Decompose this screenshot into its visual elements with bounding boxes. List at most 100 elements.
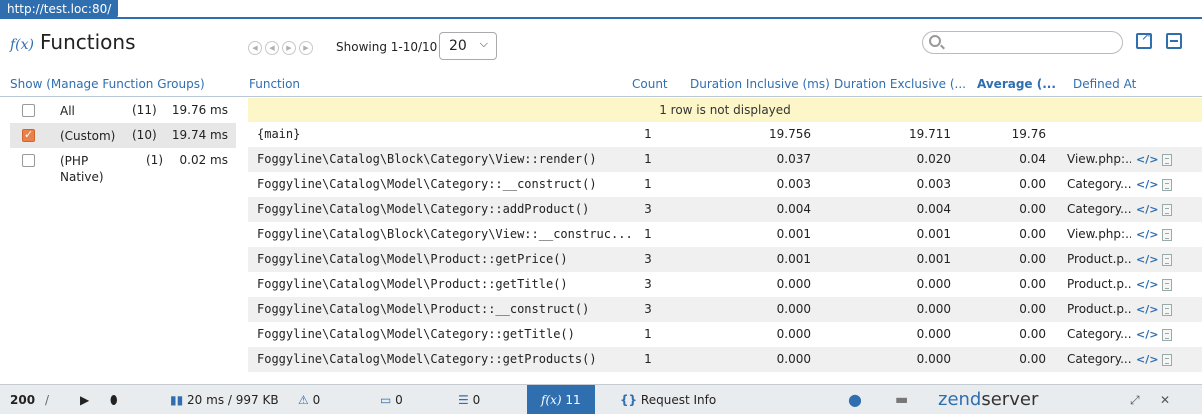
file-icon[interactable] (1162, 354, 1172, 366)
file-icon[interactable] (1162, 304, 1172, 316)
average-duration: 0.00 (1019, 202, 1046, 216)
code-icon[interactable]: </> (1136, 297, 1158, 322)
column-defined-at[interactable]: Defined At (1073, 77, 1136, 91)
column-duration-inclusive[interactable]: Duration Inclusive (ms) (690, 77, 830, 91)
code-icon[interactable]: </> (1136, 247, 1158, 272)
defined-at-link[interactable]: Product.p... (1067, 272, 1131, 297)
manage-function-groups-link[interactable]: Show (Manage Function Groups) (10, 77, 205, 91)
table-row[interactable]: Foggyline\Catalog\Block\Category\View::r… (248, 147, 1202, 172)
log-icon: ▭ (380, 393, 392, 407)
average-duration: 0.04 (1019, 152, 1046, 166)
table-row[interactable]: Foggyline\Catalog\Model\Category::__cons… (248, 172, 1202, 197)
file-icon[interactable] (1162, 329, 1172, 341)
file-icon[interactable] (1162, 154, 1172, 166)
warnings-item[interactable]: ⚠ 0 (298, 385, 320, 414)
call-count: 1 (644, 227, 652, 241)
code-icon[interactable]: </> (1136, 222, 1158, 247)
duration-inclusive: 0.000 (776, 277, 811, 291)
group-name: (PHP Native) (60, 154, 104, 184)
file-icon[interactable] (1162, 179, 1172, 191)
functions-tab[interactable]: f(x) 11 (527, 385, 595, 414)
request-info-tab[interactable]: {} Request Info (620, 385, 716, 414)
search-icon (929, 35, 941, 47)
defined-at-link[interactable]: View.php:... (1067, 222, 1131, 247)
duration-inclusive: 0.037 (776, 152, 811, 166)
code-icon[interactable]: </> (1136, 172, 1158, 197)
table-row[interactable]: {main} 1 19.756 19.711 19.76 (248, 122, 1202, 147)
url-tab[interactable]: http://test.loc:80/ (0, 0, 119, 18)
table-row[interactable]: Foggyline\Catalog\Model\Category::addPro… (248, 197, 1202, 222)
minimize-icon[interactable] (1166, 33, 1182, 49)
database-count: 0 (472, 393, 481, 407)
code-icon[interactable]: </> (1136, 147, 1158, 172)
defined-at-link[interactable]: Category.... (1067, 197, 1131, 222)
play-icon[interactable]: ▶ (80, 385, 89, 414)
table-row[interactable]: Foggyline\Catalog\Model\Product::getTitl… (248, 272, 1202, 297)
defined-at-link[interactable]: Category.... (1067, 172, 1131, 197)
defined-at-link[interactable]: View.php:... (1067, 147, 1131, 172)
call-count: 1 (644, 127, 652, 141)
response-status[interactable]: 200 (10, 385, 35, 414)
warning-icon: ⚠ (298, 393, 309, 407)
column-count[interactable]: Count (632, 77, 668, 91)
duration-exclusive: 0.004 (916, 202, 951, 216)
duration-inclusive: 0.001 (776, 227, 811, 241)
average-duration: 0.00 (1019, 227, 1046, 241)
performance-item[interactable]: ▮▮ 20 ms / 997 KB (170, 385, 279, 414)
search-input[interactable] (922, 31, 1123, 54)
file-icon[interactable] (1162, 204, 1172, 216)
call-count: 1 (644, 352, 652, 366)
code-icon[interactable]: </> (1136, 197, 1158, 222)
function-groups-list: All (11) 19.76 ms (Custom) (10) 19.74 ms… (10, 98, 236, 190)
code-icon[interactable]: </> (1136, 347, 1158, 372)
table-row[interactable]: Foggyline\Catalog\Block\Category\View::_… (248, 222, 1202, 247)
group-count: (11) (132, 103, 157, 117)
group-item-all[interactable]: All (11) 19.76 ms (10, 98, 236, 123)
code-icon[interactable]: </> (1136, 322, 1158, 347)
table-row[interactable]: Foggyline\Catalog\Model\Product::__const… (248, 297, 1202, 322)
call-count: 3 (644, 252, 652, 266)
file-icon[interactable] (1162, 229, 1172, 241)
group-time: 19.74 ms (171, 128, 228, 142)
logs-item[interactable]: ▭ 0 (380, 385, 403, 414)
group-checkbox[interactable] (22, 128, 35, 142)
code-icon[interactable]: </> (1136, 272, 1158, 297)
call-count: 1 (644, 152, 652, 166)
header-divider (0, 96, 1202, 97)
first-page-icon[interactable]: ◀ (248, 41, 262, 55)
column-duration-exclusive[interactable]: Duration Exclusive (... (834, 77, 966, 91)
duration-exclusive: 0.020 (916, 152, 951, 166)
column-average[interactable]: Average (... (977, 77, 1056, 91)
average-duration: 0.00 (1019, 252, 1046, 266)
clean-icon[interactable]: ⬮ (110, 385, 118, 414)
export-icon[interactable] (1136, 29, 1152, 49)
average-duration: 0.00 (1019, 302, 1046, 316)
table-row[interactable]: Foggyline\Catalog\Model\Category::getPro… (248, 347, 1202, 372)
defined-at-link[interactable]: Category.... (1067, 322, 1131, 347)
last-page-icon[interactable]: ▶ (299, 41, 313, 55)
expand-icon[interactable]: ⤢ (1130, 385, 1140, 414)
mascot-icon[interactable]: ● (848, 385, 862, 414)
defined-at-link[interactable]: Product.p... (1067, 247, 1131, 272)
per-page-select[interactable]: 20 ⌵ (439, 32, 497, 60)
file-icon[interactable] (1162, 254, 1172, 266)
group-checkbox[interactable] (22, 104, 35, 117)
close-icon[interactable]: ✕ (1160, 385, 1170, 414)
group-item-custom[interactable]: (Custom) (10) 19.74 ms (10, 123, 236, 148)
file-icon[interactable] (1162, 279, 1172, 291)
table-row[interactable]: Foggyline\Catalog\Model\Product::getPric… (248, 247, 1202, 272)
defined-at-link[interactable]: Category.... (1067, 347, 1131, 372)
chevron-down-icon: ⌵ (479, 37, 488, 50)
average-duration: 0.00 (1019, 177, 1046, 191)
next-page-icon[interactable]: ▶ (282, 41, 296, 55)
duration-exclusive: 19.711 (909, 127, 951, 141)
table-row[interactable]: Foggyline\Catalog\Model\Category::getTit… (248, 322, 1202, 347)
group-checkbox[interactable] (22, 154, 35, 167)
chat-icon[interactable]: ▬ (895, 385, 908, 414)
previous-page-icon[interactable]: ◀ (265, 41, 279, 55)
column-function[interactable]: Function (249, 77, 300, 91)
group-item-php-native[interactable]: (PHP Native) (1) 0.02 ms (10, 148, 236, 190)
chart-icon: ▮▮ (170, 393, 184, 407)
defined-at-link[interactable]: Product.p... (1067, 297, 1131, 322)
database-item[interactable]: ☰ 0 (458, 385, 480, 414)
